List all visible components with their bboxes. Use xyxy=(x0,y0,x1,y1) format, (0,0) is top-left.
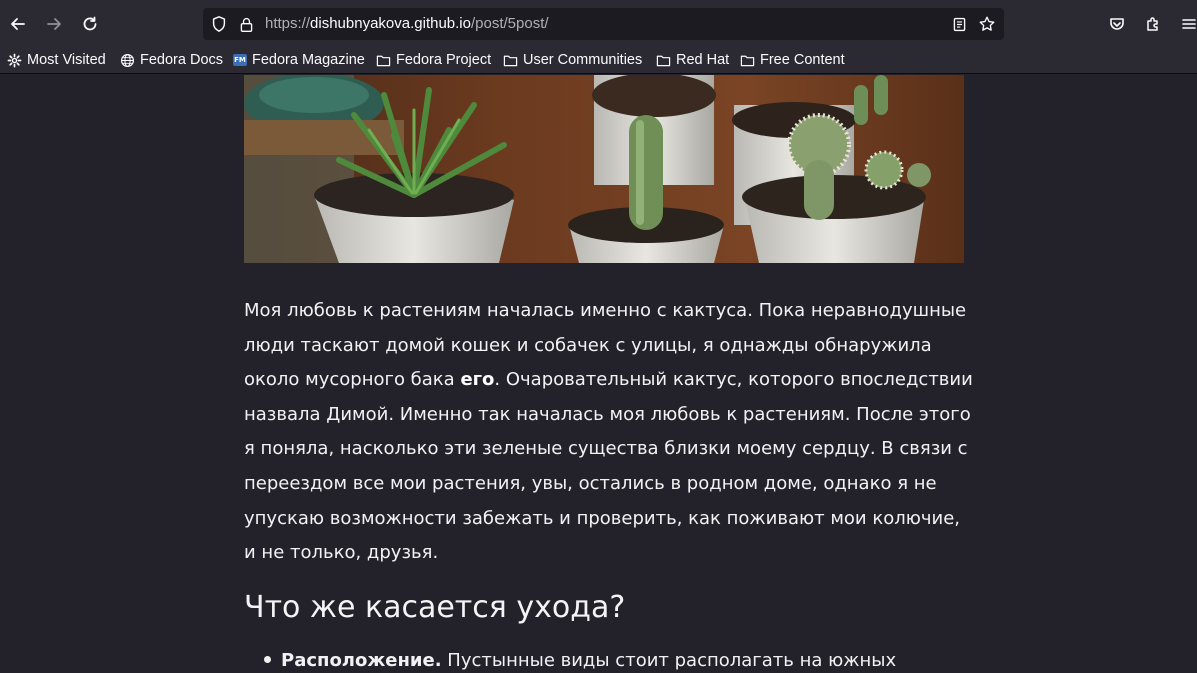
bookmark-label: Most Visited xyxy=(27,52,106,68)
bookmark-label: Fedora Project xyxy=(396,52,492,68)
list-item: Расположение. Пустынные виды стоит распо… xyxy=(264,650,896,671)
folder-icon xyxy=(376,55,391,66)
bookmark-folder-red-hat[interactable]: Red Hat xyxy=(656,50,729,70)
url-bar[interactable]: https://dishubnyakova.github.io/post/5po… xyxy=(203,8,1004,40)
bookmark-label: User Communities xyxy=(523,52,643,68)
bookmark-star-icon[interactable] xyxy=(977,14,997,34)
menu-icon[interactable] xyxy=(1175,10,1197,38)
bookmark-label: Fedora Docs xyxy=(140,52,224,68)
bookmark-label: Red Hat xyxy=(676,52,730,68)
forward-arrow-icon[interactable] xyxy=(40,10,68,38)
bookmarks-toolbar: Most Visited Fedora Docs FM Fedora Magaz… xyxy=(0,46,1197,74)
extensions-icon[interactable] xyxy=(1139,10,1167,38)
bullet-icon xyxy=(264,655,271,663)
globe-icon xyxy=(120,53,135,67)
paragraph-text-part-2: . Очаровательный кактус, которого впосле… xyxy=(244,369,973,564)
reader-view-icon[interactable] xyxy=(949,14,969,34)
shield-icon[interactable] xyxy=(209,14,229,34)
bookmark-fedora-magazine[interactable]: FM Fedora Magazine xyxy=(233,50,365,70)
paragraph-bold-word: его xyxy=(460,369,495,391)
list-item-bold: Расположение. xyxy=(281,650,442,671)
url-prefix: https:// xyxy=(265,15,311,32)
bookmark-most-visited[interactable]: Most Visited xyxy=(7,50,106,70)
bookmark-label: Fedora Magazine xyxy=(252,52,365,68)
reload-icon[interactable] xyxy=(76,10,104,38)
url-host: dishubnyakova.github.io xyxy=(310,15,471,32)
back-arrow-icon[interactable] xyxy=(4,10,32,38)
pocket-icon[interactable] xyxy=(1103,10,1131,38)
url-path: /post/5post/ xyxy=(470,15,549,32)
bookmark-folder-user-communities[interactable]: User Communities xyxy=(503,50,642,70)
bookmark-label: Free Content xyxy=(760,52,845,68)
page-content: Моя любовь к растениям началась именно с… xyxy=(0,75,1197,673)
browser-toolbar: https://dishubnyakova.github.io/post/5po… xyxy=(0,0,1197,46)
bookmark-fedora-docs[interactable]: Fedora Docs xyxy=(120,50,223,70)
url-text[interactable]: https://dishubnyakova.github.io/post/5po… xyxy=(265,15,549,32)
gear-icon xyxy=(7,53,22,67)
bookmark-folder-free-content[interactable]: Free Content xyxy=(740,50,845,70)
folder-icon xyxy=(656,55,671,66)
fedora-magazine-icon: FM xyxy=(233,54,247,66)
list-item-text: Пустынные виды стоит располагать на южны… xyxy=(441,650,897,671)
cactus-photo xyxy=(244,75,964,263)
bookmark-folder-fedora-project[interactable]: Fedora Project xyxy=(376,50,491,70)
folder-icon xyxy=(503,55,518,66)
article-paragraph: Моя любовь к растениям началась именно с… xyxy=(244,294,974,571)
lock-icon[interactable] xyxy=(236,14,256,34)
folder-icon xyxy=(740,55,755,66)
section-heading: Что же касается ухода? xyxy=(244,590,626,625)
